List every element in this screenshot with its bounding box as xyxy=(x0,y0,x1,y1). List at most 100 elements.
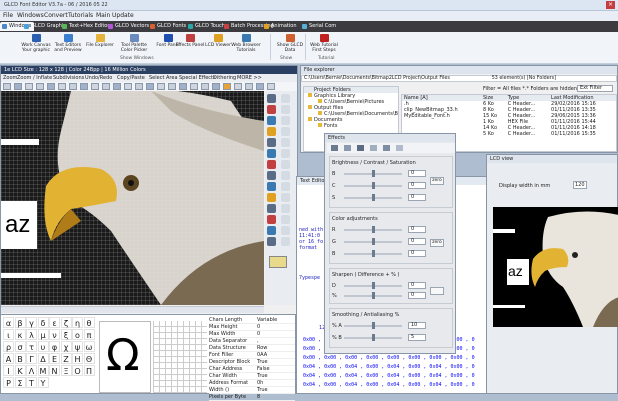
ribbon-button-7[interactable]: Web Browser Tutorials xyxy=(228,34,264,56)
glyph-cell[interactable]: Γ xyxy=(26,353,37,364)
glyph-cell[interactable]: Ι xyxy=(3,365,14,376)
side-tool-icon[interactable] xyxy=(267,116,276,125)
slider-knob[interactable] xyxy=(372,182,375,189)
font-prop-row[interactable]: Address Format 0h xyxy=(209,380,295,387)
glyph-cell[interactable]: ν xyxy=(49,329,60,340)
glyph-cell[interactable]: Ζ xyxy=(60,353,72,364)
b_rows-slider[interactable] xyxy=(344,182,402,189)
side-tool-icon[interactable] xyxy=(281,193,290,202)
glyph-cell[interactable]: Υ xyxy=(37,377,49,388)
glyph-cell[interactable]: Σ xyxy=(14,377,26,388)
canvas-tool-icon[interactable] xyxy=(14,83,22,90)
canvas-menu-undo-redo[interactable]: Undo/Redo xyxy=(85,75,112,81)
slider-knob[interactable] xyxy=(372,334,375,341)
c_rows-value[interactable]: 0 xyxy=(408,238,426,245)
side-tool-icon[interactable] xyxy=(267,94,276,103)
canvas-tool-icon[interactable] xyxy=(102,83,110,90)
c_rows-slider[interactable] xyxy=(344,238,402,245)
brightness-zero-button[interactable]: zero xyxy=(430,177,444,185)
folder-item[interactable]: Fonts xyxy=(304,123,398,129)
b_rows-slider[interactable] xyxy=(344,194,402,201)
glyph-cell[interactable]: τ xyxy=(26,341,37,352)
side-tool-icon[interactable] xyxy=(281,237,290,246)
ribbon-button-1[interactable]: Text Editors and Preview xyxy=(50,34,86,56)
canvas-hscroll[interactable] xyxy=(1,306,264,313)
canvas-menu-select-area[interactable]: Select Area xyxy=(149,75,178,81)
slider-knob[interactable] xyxy=(372,194,375,201)
canvas-tool-icon[interactable] xyxy=(245,83,253,90)
tab-serial-com[interactable]: Serial Com xyxy=(300,22,339,31)
tab-glcd-vectors[interactable]: GLCD Vectors xyxy=(106,22,152,31)
font-prop-row[interactable]: Font Filler 0AA xyxy=(209,352,295,359)
side-tool-icon[interactable] xyxy=(267,215,276,224)
canvas-tool-icon[interactable] xyxy=(80,83,88,90)
side-tool-icon[interactable] xyxy=(281,204,290,213)
tab-animation[interactable]: Animation xyxy=(262,22,300,31)
glyph-cell[interactable]: π xyxy=(83,329,95,340)
ext-filter-select[interactable]: Ext Filter xyxy=(577,85,613,92)
canvas-tool-icon[interactable] xyxy=(69,83,77,90)
m_rows-slider[interactable] xyxy=(344,334,402,341)
canvas-menu-inflate[interactable]: Zoom / Inflate xyxy=(17,75,52,81)
canvas-menu-more[interactable]: MORE >> xyxy=(237,75,262,81)
slider-knob[interactable] xyxy=(372,292,375,299)
side-tool-icon[interactable] xyxy=(281,116,290,125)
slider-knob[interactable] xyxy=(372,250,375,257)
menu-convert[interactable]: Convert xyxy=(44,12,68,19)
side-tool-icon[interactable] xyxy=(281,138,290,147)
effect-tool-icon[interactable] xyxy=(331,145,338,151)
glyph-cell[interactable]: Δ xyxy=(37,353,49,364)
canvas-tool-icon[interactable] xyxy=(267,83,275,90)
canvas-tool-icon[interactable] xyxy=(179,83,187,90)
side-tool-icon[interactable] xyxy=(267,160,276,169)
ribbon-button-2[interactable]: File Explorer xyxy=(82,34,118,56)
eagle-image[interactable]: az xyxy=(1,87,265,306)
s_rows-slider[interactable] xyxy=(344,282,402,289)
side-tool-icon[interactable] xyxy=(281,215,290,224)
ribbon-button-8[interactable]: Show GLCD Data xyxy=(272,34,308,56)
side-tool-icon[interactable] xyxy=(267,138,276,147)
side-tool-icon[interactable] xyxy=(267,149,276,158)
slider-knob[interactable] xyxy=(372,226,375,233)
glyph-cell[interactable]: ο xyxy=(72,329,83,340)
glyph-cell[interactable]: ι xyxy=(3,329,14,340)
canvas-menu-dithering[interactable]: Dithering xyxy=(213,75,236,81)
side-tool-icon[interactable] xyxy=(267,171,276,180)
glyph-cell[interactable]: Ξ xyxy=(60,365,72,376)
canvas-tool-icon[interactable] xyxy=(146,83,154,90)
glyph-cell[interactable]: Π xyxy=(83,365,95,376)
b_rows-value[interactable]: 0 xyxy=(408,182,426,189)
canvas-tool-icon[interactable] xyxy=(135,83,143,90)
glyph-cell[interactable]: ψ xyxy=(72,341,83,352)
menu-update[interactable]: Update xyxy=(112,12,134,19)
ribbon-button-0[interactable]: Work Canvas Your graphic xyxy=(18,34,54,56)
canvas-tool-icon[interactable] xyxy=(25,83,33,90)
m_rows-value[interactable]: 10 xyxy=(408,322,426,329)
lcd-width-input[interactable]: 120 xyxy=(573,181,587,189)
color-zero-button[interactable]: zero xyxy=(430,239,444,247)
glyph-cell[interactable]: Τ xyxy=(26,377,37,388)
glyph-cell[interactable]: χ xyxy=(60,341,72,352)
canvas-menu-subdivisions[interactable]: Subdivisions xyxy=(53,75,84,81)
font-prop-row[interactable]: Descriptor Block True xyxy=(209,359,295,366)
glyph-preview[interactable]: Ω xyxy=(99,321,151,393)
b_rows-value[interactable]: 0 xyxy=(408,194,426,201)
b_rows-slider[interactable] xyxy=(344,170,402,177)
slider-knob[interactable] xyxy=(372,322,375,329)
b_rows-value[interactable]: 0 xyxy=(408,170,426,177)
glyph-cell[interactable]: γ xyxy=(26,317,37,328)
glyph-cell[interactable]: β xyxy=(14,317,26,328)
ribbon-button-3[interactable]: Tool Palette Color Picker xyxy=(116,34,152,56)
glyph-cell[interactable]: Ο xyxy=(72,365,83,376)
side-tool-icon[interactable] xyxy=(267,127,276,136)
font-prop-row[interactable]: Char Width True xyxy=(209,373,295,380)
side-tool-icon[interactable] xyxy=(281,226,290,235)
canvas-menu-copy-paste[interactable]: Copy/Paste xyxy=(117,75,145,81)
side-tool-icon[interactable] xyxy=(281,149,290,158)
c_rows-slider[interactable] xyxy=(344,226,402,233)
glyph-cell[interactable]: Μ xyxy=(37,365,49,376)
glyph-cell[interactable]: ξ xyxy=(60,329,72,340)
sharpen-apply-button[interactable] xyxy=(430,287,444,295)
canvas-tool-icon[interactable] xyxy=(256,83,264,90)
glyph-cell[interactable]: Ρ xyxy=(3,377,14,388)
